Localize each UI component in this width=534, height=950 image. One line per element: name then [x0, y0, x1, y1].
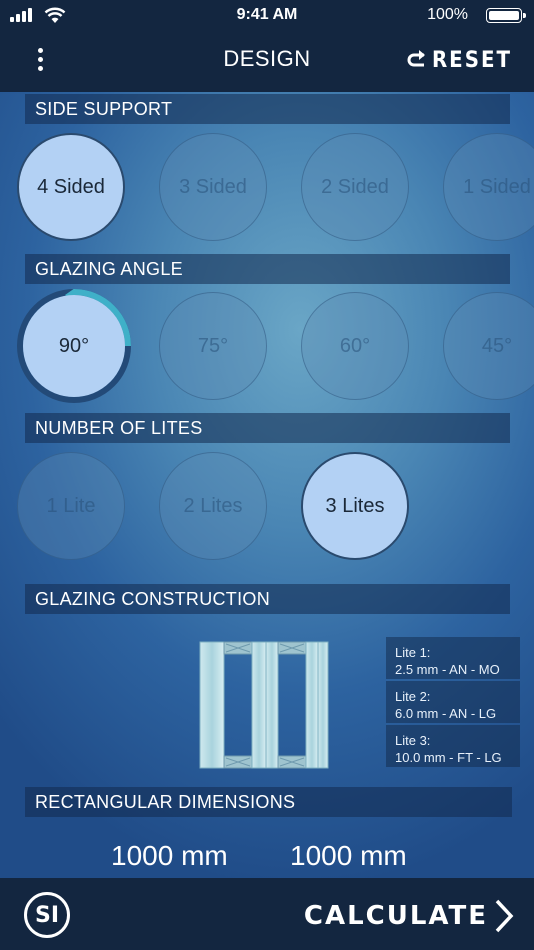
- side-support-2-sided[interactable]: 2 Sided: [301, 133, 409, 241]
- lite-2-spec: 6.0 mm - AN - LG: [395, 706, 497, 721]
- width-value[interactable]: 1000 mm: [111, 840, 228, 872]
- reset-icon: [407, 50, 425, 67]
- glazing-diagram[interactable]: [198, 640, 330, 770]
- top-bar: 9:41 AM 100% DESIGN RESET: [0, 0, 534, 92]
- lite-2-info[interactable]: Lite 2: 6.0 mm - AN - LG: [386, 681, 520, 723]
- lite-1-spec: 2.5 mm - AN - MO: [395, 662, 500, 677]
- lites-option-1[interactable]: 1 Lite: [17, 452, 125, 560]
- glazing-angle-90[interactable]: 90°: [23, 295, 125, 397]
- battery-icon: [486, 8, 526, 23]
- reset-button[interactable]: RESET: [406, 46, 512, 74]
- glazing-angle-75[interactable]: 75°: [159, 292, 267, 400]
- side-support-4-sided[interactable]: 4 Sided: [17, 133, 125, 241]
- lite-1-info[interactable]: Lite 1: 2.5 mm - AN - MO: [386, 637, 520, 679]
- calculate-label: CALCULATE: [303, 901, 488, 931]
- rectangular-dimensions-header: RECTANGULAR DIMENSIONS: [25, 787, 512, 817]
- reset-label: RESET: [431, 47, 512, 73]
- glazing-angle-header: GLAZING ANGLE: [25, 254, 510, 284]
- lite-3-spec: 10.0 mm - FT - LG: [395, 750, 502, 765]
- lite-3-info[interactable]: Lite 3: 10.0 mm - FT - LG: [386, 725, 520, 767]
- height-value[interactable]: 1000 mm: [290, 840, 407, 872]
- calculate-button[interactable]: CALCULATE: [304, 896, 514, 936]
- glazing-construction-header: GLAZING CONSTRUCTION: [25, 584, 510, 614]
- status-bar: 9:41 AM 100%: [0, 0, 534, 32]
- side-support-header: SIDE SUPPORT: [25, 94, 510, 124]
- chevron-right-icon: [495, 899, 514, 933]
- glazing-angle-60[interactable]: 60°: [301, 292, 409, 400]
- number-of-lites-header: NUMBER OF LITES: [25, 413, 510, 443]
- lites-option-2[interactable]: 2 Lites: [159, 452, 267, 560]
- battery-percent: 100%: [427, 6, 468, 23]
- side-support-3-sided[interactable]: 3 Sided: [159, 133, 267, 241]
- units-toggle-button[interactable]: SI: [24, 892, 70, 938]
- lites-option-3[interactable]: 3 Lites: [301, 452, 409, 560]
